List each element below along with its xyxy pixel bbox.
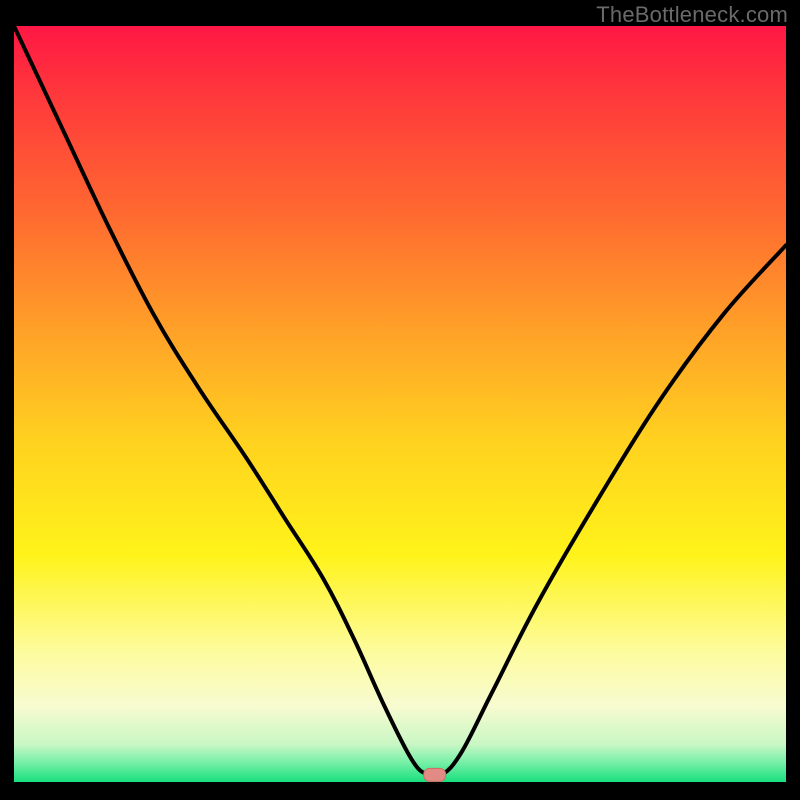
chart-container: TheBottleneck.com (0, 0, 800, 800)
gradient-rect (14, 26, 786, 782)
plot-area (14, 26, 786, 782)
chart-svg (14, 26, 786, 782)
watermark-text: TheBottleneck.com (596, 2, 788, 28)
optimum-marker (424, 768, 446, 781)
